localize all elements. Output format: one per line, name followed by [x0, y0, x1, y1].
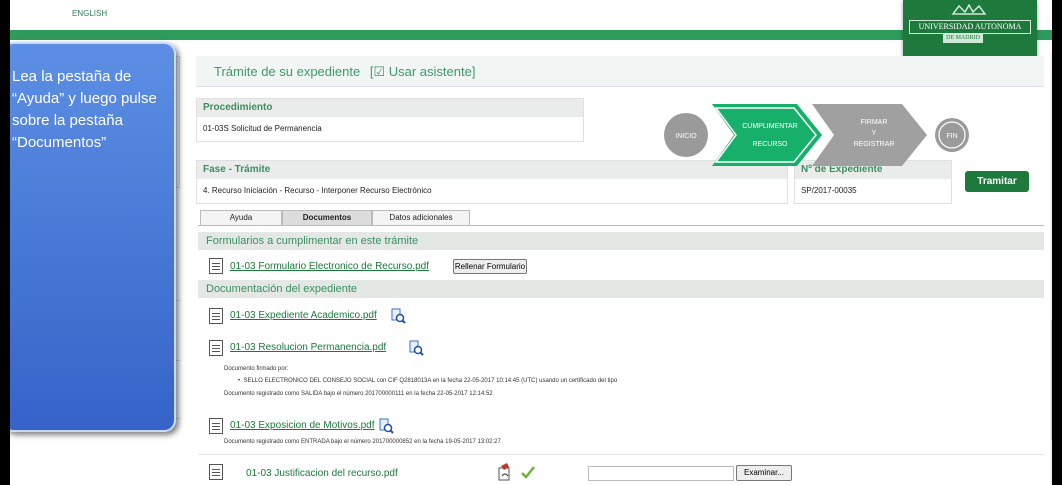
examinar-button[interactable]: Examinar... — [736, 465, 792, 481]
tab-ayuda[interactable]: Ayuda — [200, 210, 282, 225]
step-firmar-registrar: FIRMAR Y REGISTRAR — [812, 104, 927, 166]
callout-text: Lea la pestaña de “Ayuda” y luego pulse … — [12, 68, 157, 151]
registry-info: Documento registrado como ENTRADA bajo e… — [224, 439, 501, 445]
rellenar-formulario-button[interactable]: Rellenar Formulario — [453, 259, 527, 274]
svg-text:FIN: FIN — [946, 133, 957, 140]
document-link[interactable]: 01-03 Resolucion Permanencia.pdf — [230, 342, 386, 353]
tab-divider — [198, 225, 1044, 226]
document-row: 01-03 Expediente Academico.pdf — [198, 300, 1044, 333]
view-document-icon[interactable] — [378, 418, 394, 434]
view-document-icon[interactable] — [390, 308, 406, 324]
signature-details: • SELLO ELECTRONICO DEL CONSEJO SOCIAL c… — [238, 378, 618, 384]
svg-text:INICIO: INICIO — [675, 133, 697, 140]
procedimiento-box: Procedimiento 01-03S Solicitud de Perman… — [196, 98, 584, 142]
document-link[interactable]: 01-03 Expediente Academico.pdf — [230, 310, 377, 321]
workflow-steps: INICIO CUMPLIMENTAR RECURSO FIRMAR Y REG… — [664, 104, 969, 166]
step-fin: FIN — [935, 118, 969, 152]
document-row: 01-03 Resolucion Permanencia.pdf Documen… — [198, 332, 1044, 411]
document-icon — [209, 340, 223, 356]
vertical-scrollbar[interactable] — [1050, 50, 1052, 485]
document-icon — [209, 258, 223, 274]
section-formularios-title: Formularios a cumplimentar en este trámi… — [198, 232, 1044, 250]
page: ENGLISH UNIVERSIDAD AUTONOMA DE MADRID T… — [10, 0, 1052, 485]
svg-text:CUMPLIMENTAR: CUMPLIMENTAR — [742, 123, 797, 130]
header-green-band — [10, 30, 1052, 40]
svg-text:REGISTRAR: REGISTRAR — [854, 141, 895, 148]
expediente-value: SP/2017-00035 — [801, 186, 857, 195]
top-bar: ENGLISH — [10, 0, 1052, 30]
assistant-toggle[interactable]: [☑ Usar asistente] — [370, 64, 476, 79]
svg-text:Y: Y — [872, 130, 877, 137]
sign-document-icon[interactable] — [496, 462, 516, 482]
language-link[interactable]: ENGLISH — [72, 9, 107, 18]
logo-text-line1: UNIVERSIDAD AUTONOMA — [909, 20, 1031, 34]
help-callout: Lea la pestaña de “Ayuda” y luego pulse … — [10, 42, 176, 432]
signed-by-label: Documento firmado por: — [224, 366, 289, 372]
document-icon — [209, 308, 223, 324]
step-inicio: INICIO — [664, 113, 708, 157]
tab-datos-adicionales[interactable]: Datos adicionales — [372, 210, 470, 225]
form-row: 01-03 Formulario Electronico de Recurso.… — [198, 250, 1044, 281]
form-document-link[interactable]: 01-03 Formulario Electronico de Recurso.… — [230, 261, 429, 272]
tab-documentos[interactable]: Documentos — [282, 210, 372, 225]
upload-document-name: 01-03 Justificacion del recurso.pdf — [246, 468, 398, 479]
page-title: Trámite de su expediente [☑ Usar asisten… — [214, 64, 476, 79]
tramitar-button[interactable]: Tramitar — [965, 171, 1029, 192]
main-content: Trámite de su expediente [☑ Usar asisten… — [190, 50, 1044, 485]
section-documentacion-title: Documentación del expediente — [198, 280, 1044, 298]
procedimiento-value: 01-03S Solicitud de Permanencia — [203, 124, 322, 133]
crown-icon — [951, 4, 987, 15]
document-icon — [209, 418, 223, 434]
svg-text:RECURSO: RECURSO — [752, 141, 788, 148]
logo-text-line2: DE MADRID — [943, 33, 983, 43]
document-row: 01-03 Exposicion de Motivos.pdf Document… — [198, 410, 1044, 455]
registry-info: Documento registrado como SALIDA bajo el… — [224, 391, 493, 397]
fase-value: 4. Recurso Iniciación - Recurso - Interp… — [203, 186, 432, 195]
procedimiento-label: Procedimiento — [197, 99, 583, 117]
checkmark-icon — [521, 466, 535, 479]
document-link[interactable]: 01-03 Exposicion de Motivos.pdf — [230, 420, 375, 431]
document-icon — [209, 464, 223, 480]
svg-text:FIRMAR: FIRMAR — [861, 119, 888, 126]
view-document-icon[interactable] — [408, 340, 424, 356]
file-path-field[interactable] — [588, 466, 734, 481]
page-title-bar: Trámite de su expediente [☑ Usar asisten… — [196, 56, 1044, 87]
step-cumplimentar-recurso: CUMPLIMENTAR RECURSO — [712, 104, 822, 166]
scrollbar-thumb[interactable] — [1051, 320, 1052, 440]
